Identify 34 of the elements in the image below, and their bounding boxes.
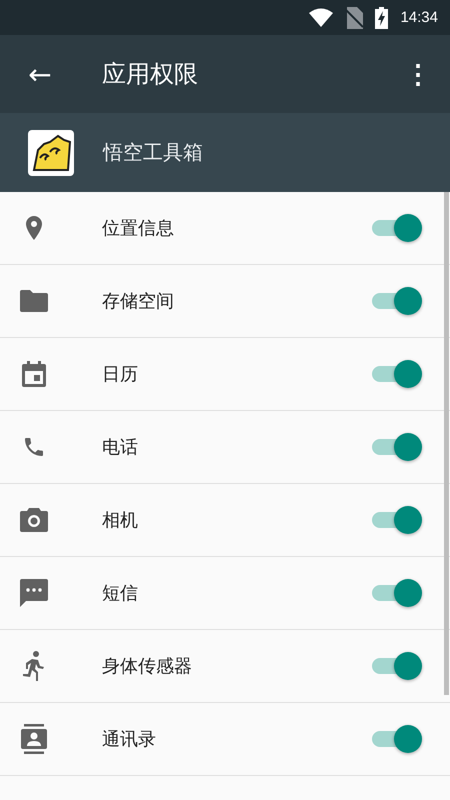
permission-label: 通讯录 [102, 728, 157, 751]
toggle-switch[interactable] [370, 213, 422, 243]
permission-label: 存储空间 [102, 290, 175, 313]
toggle-switch[interactable] [370, 651, 422, 681]
location-pin-icon [26, 216, 42, 240]
permission-label: 短信 [102, 582, 139, 605]
permission-label: 相机 [102, 509, 139, 532]
toggle-switch[interactable] [370, 432, 422, 462]
calendar-icon [22, 361, 46, 387]
permission-label: 电话 [102, 436, 139, 459]
contacts-icon [21, 724, 47, 754]
permission-label: 日历 [102, 363, 139, 386]
wifi-icon [309, 8, 334, 28]
phone-icon [22, 435, 46, 459]
folder-icon [20, 290, 48, 312]
running-person-icon [23, 651, 45, 681]
message-icon [20, 579, 48, 607]
toggle-switch[interactable] [370, 505, 422, 535]
no-sim-icon [345, 6, 364, 28]
toggle-switch[interactable] [370, 724, 422, 754]
toggle-switch[interactable] [370, 578, 422, 608]
toggle-switch[interactable] [370, 286, 422, 316]
app-name: 悟空工具箱 [103, 139, 203, 166]
app-icon [28, 130, 74, 176]
status-time: 14:34 [400, 9, 438, 26]
permission-row[interactable]: 通讯录 [0, 703, 450, 776]
page-title: 应用权限 [102, 59, 199, 90]
menu-button[interactable]: ⋮ [398, 58, 438, 90]
permission-label: 位置信息 [102, 217, 175, 240]
toggle-switch[interactable] [370, 359, 422, 389]
battery-charging-icon [375, 6, 388, 28]
camera-icon [20, 508, 48, 532]
back-button[interactable]: ← [0, 58, 80, 90]
permission-label: 身体传感器 [102, 655, 193, 678]
